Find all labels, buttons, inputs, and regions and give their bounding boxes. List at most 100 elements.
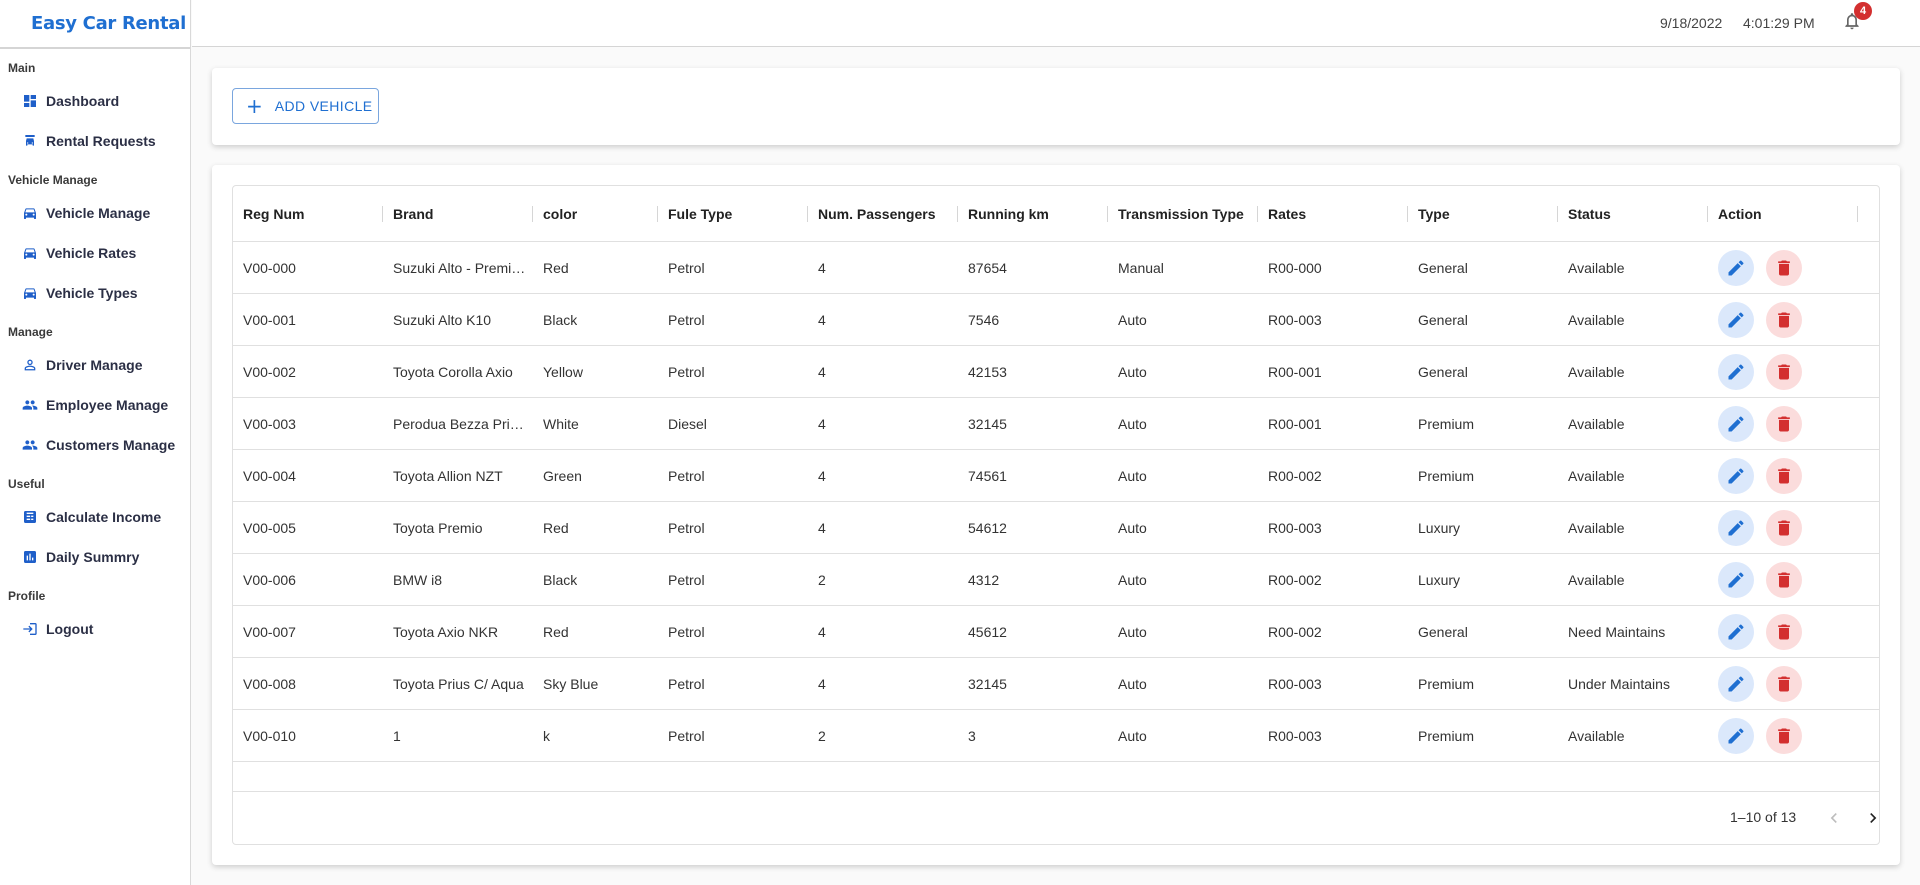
logout-icon	[22, 621, 38, 637]
sidebar-item-employee-manage[interactable]: Employee Manage	[0, 385, 190, 425]
table-cell: Available	[1568, 312, 1625, 328]
table-cell: Available	[1568, 364, 1625, 380]
chevron-right-icon[interactable]	[1860, 805, 1886, 831]
sidebar-item-vehicle-manage[interactable]: Vehicle Manage	[0, 193, 190, 233]
table-row[interactable]: V00-006 BMW i8 Black Petrol 2 4312 Auto R00-002…	[233, 554, 1879, 606]
table-cell: 42153	[968, 364, 1007, 380]
table-row[interactable]: V00-003 Perodua Bezza Prime White Diesel 4 32…	[233, 398, 1879, 450]
edit-icon[interactable]	[1718, 614, 1754, 650]
sidebar-item-vehicle-types[interactable]: Vehicle Types	[0, 273, 190, 313]
table-cell: V00-003	[243, 416, 296, 432]
delete-icon[interactable]	[1766, 354, 1802, 390]
column-header[interactable]: Num. Passengers	[808, 186, 958, 242]
add-vehicle-button[interactable]: + ADD VEHICLE	[232, 88, 379, 124]
sidebar-item-label: Logout	[46, 621, 94, 637]
table-cell: Petrol	[668, 728, 705, 744]
table-cell: Auto	[1118, 572, 1147, 588]
column-header[interactable]: Transmission Type	[1108, 186, 1258, 242]
table-cell: R00-003	[1268, 728, 1322, 744]
delete-icon[interactable]	[1766, 406, 1802, 442]
table-row[interactable]: V00-007 Toyota Axio NKR Red Petrol 4 45612 Aut…	[233, 606, 1879, 658]
table-cell: Suzuki Alto K10	[393, 312, 492, 328]
sidebar-item-daily-summry[interactable]: Daily Summry	[0, 537, 190, 577]
car-icon	[22, 245, 38, 261]
delete-icon[interactable]	[1766, 666, 1802, 702]
header-date: 9/18/2022	[1660, 15, 1723, 31]
table-cell: 4312	[968, 572, 1000, 588]
delete-icon[interactable]	[1766, 302, 1802, 338]
table-cell: Petrol	[668, 364, 705, 380]
edit-icon[interactable]	[1718, 354, 1754, 390]
table-cell: R00-003	[1268, 312, 1322, 328]
table-cell: Toyota Allion NZT	[393, 468, 503, 484]
delete-icon[interactable]	[1766, 250, 1802, 286]
delete-icon[interactable]	[1766, 562, 1802, 598]
column-header[interactable]: Type	[1408, 186, 1558, 242]
table-cell: 4	[818, 312, 826, 328]
table-row[interactable]: V00-000 Suzuki Alto - Premium Red Petrol 4 87…	[233, 242, 1879, 294]
table-cell: V00-004	[243, 468, 296, 484]
sidebar-item-rental-requests[interactable]: Rental Requests	[0, 121, 190, 161]
table-cell: V00-006	[243, 572, 296, 588]
sidebar-section-title: Main	[8, 61, 36, 75]
column-header[interactable]: Action	[1708, 186, 1858, 242]
delete-icon[interactable]	[1766, 718, 1802, 754]
edit-icon[interactable]	[1718, 406, 1754, 442]
table-cell: 1	[393, 728, 401, 744]
column-separator[interactable]	[1857, 206, 1858, 222]
edit-icon[interactable]	[1718, 666, 1754, 702]
table-cell: R00-002	[1268, 468, 1322, 484]
toolbar-card: + ADD VEHICLE	[212, 68, 1900, 145]
chart-icon	[22, 549, 38, 565]
sidebar-item-logout[interactable]: Logout	[0, 609, 190, 649]
edit-icon[interactable]	[1718, 562, 1754, 598]
column-header[interactable]: Status	[1558, 186, 1708, 242]
delete-icon[interactable]	[1766, 458, 1802, 494]
table-cell: V00-010	[243, 728, 296, 744]
table-row[interactable]: V00-002 Toyota Corolla Axio Yellow Petrol 4 4…	[233, 346, 1879, 398]
table-cell: Petrol	[668, 572, 705, 588]
table-row[interactable]: V00-005 Toyota Premio Red Petrol 4 54612 Auto R…	[233, 502, 1879, 554]
table-cell: 32145	[968, 416, 1007, 432]
table-cell: Red	[543, 520, 569, 536]
edit-icon[interactable]	[1718, 250, 1754, 286]
notification-badge: 4	[1854, 2, 1872, 20]
column-header[interactable]: Rates	[1258, 186, 1408, 242]
sidebar-item-driver-manage[interactable]: Driver Manage	[0, 345, 190, 385]
table-cell: 2	[818, 728, 826, 744]
table-cell: 45612	[968, 624, 1007, 640]
table-cell: V00-007	[243, 624, 296, 640]
table-cell: V00-001	[243, 312, 296, 328]
app-title: Easy Car Rental	[0, 0, 190, 49]
sidebar-item-vehicle-rates[interactable]: Vehicle Rates	[0, 233, 190, 273]
sidebar-item-dashboard[interactable]: Dashboard	[0, 81, 190, 121]
table-row[interactable]: V00-004 Toyota Allion NZT Green Petrol 4 7456…	[233, 450, 1879, 502]
column-header[interactable]: Brand	[383, 186, 533, 242]
sidebar-section-title: Profile	[8, 589, 46, 603]
car-icon	[22, 205, 38, 221]
chevron-left-icon[interactable]	[1821, 805, 1847, 831]
delete-icon[interactable]	[1766, 614, 1802, 650]
sidebar-item-label: Employee Manage	[46, 397, 169, 413]
plus-icon: +	[246, 94, 263, 118]
edit-icon[interactable]	[1718, 510, 1754, 546]
table-cell: Toyota Prius C/ Aqua	[393, 676, 524, 692]
column-header[interactable]: Fule Type	[658, 186, 808, 242]
delete-icon[interactable]	[1766, 510, 1802, 546]
table-cell: Yellow	[543, 364, 583, 380]
edit-icon[interactable]	[1718, 458, 1754, 494]
edit-icon[interactable]	[1718, 718, 1754, 754]
table-row[interactable]: V00-010 1 k Petrol 2 3 Auto R00-003 Premium Avail…	[233, 710, 1879, 762]
sidebar-item-customers-manage[interactable]: Customers Manage	[0, 425, 190, 465]
column-header[interactable]: Running km	[958, 186, 1108, 242]
table-cell: White	[543, 416, 579, 432]
table-row[interactable]: V00-001 Suzuki Alto K10 Black Petrol 4 7546 Au…	[233, 294, 1879, 346]
pagination-label: 1–10 of 13	[1730, 809, 1797, 825]
table-cell: Auto	[1118, 364, 1147, 380]
edit-icon[interactable]	[1718, 302, 1754, 338]
table-row[interactable]: V00-008 Toyota Prius C/ Aqua Sky Blue Petro…	[233, 658, 1879, 710]
column-header[interactable]: color	[533, 186, 658, 242]
column-header[interactable]: Reg Num	[233, 186, 383, 242]
person-icon	[22, 357, 38, 373]
sidebar-item-calculate-income[interactable]: Calculate Income	[0, 497, 190, 537]
